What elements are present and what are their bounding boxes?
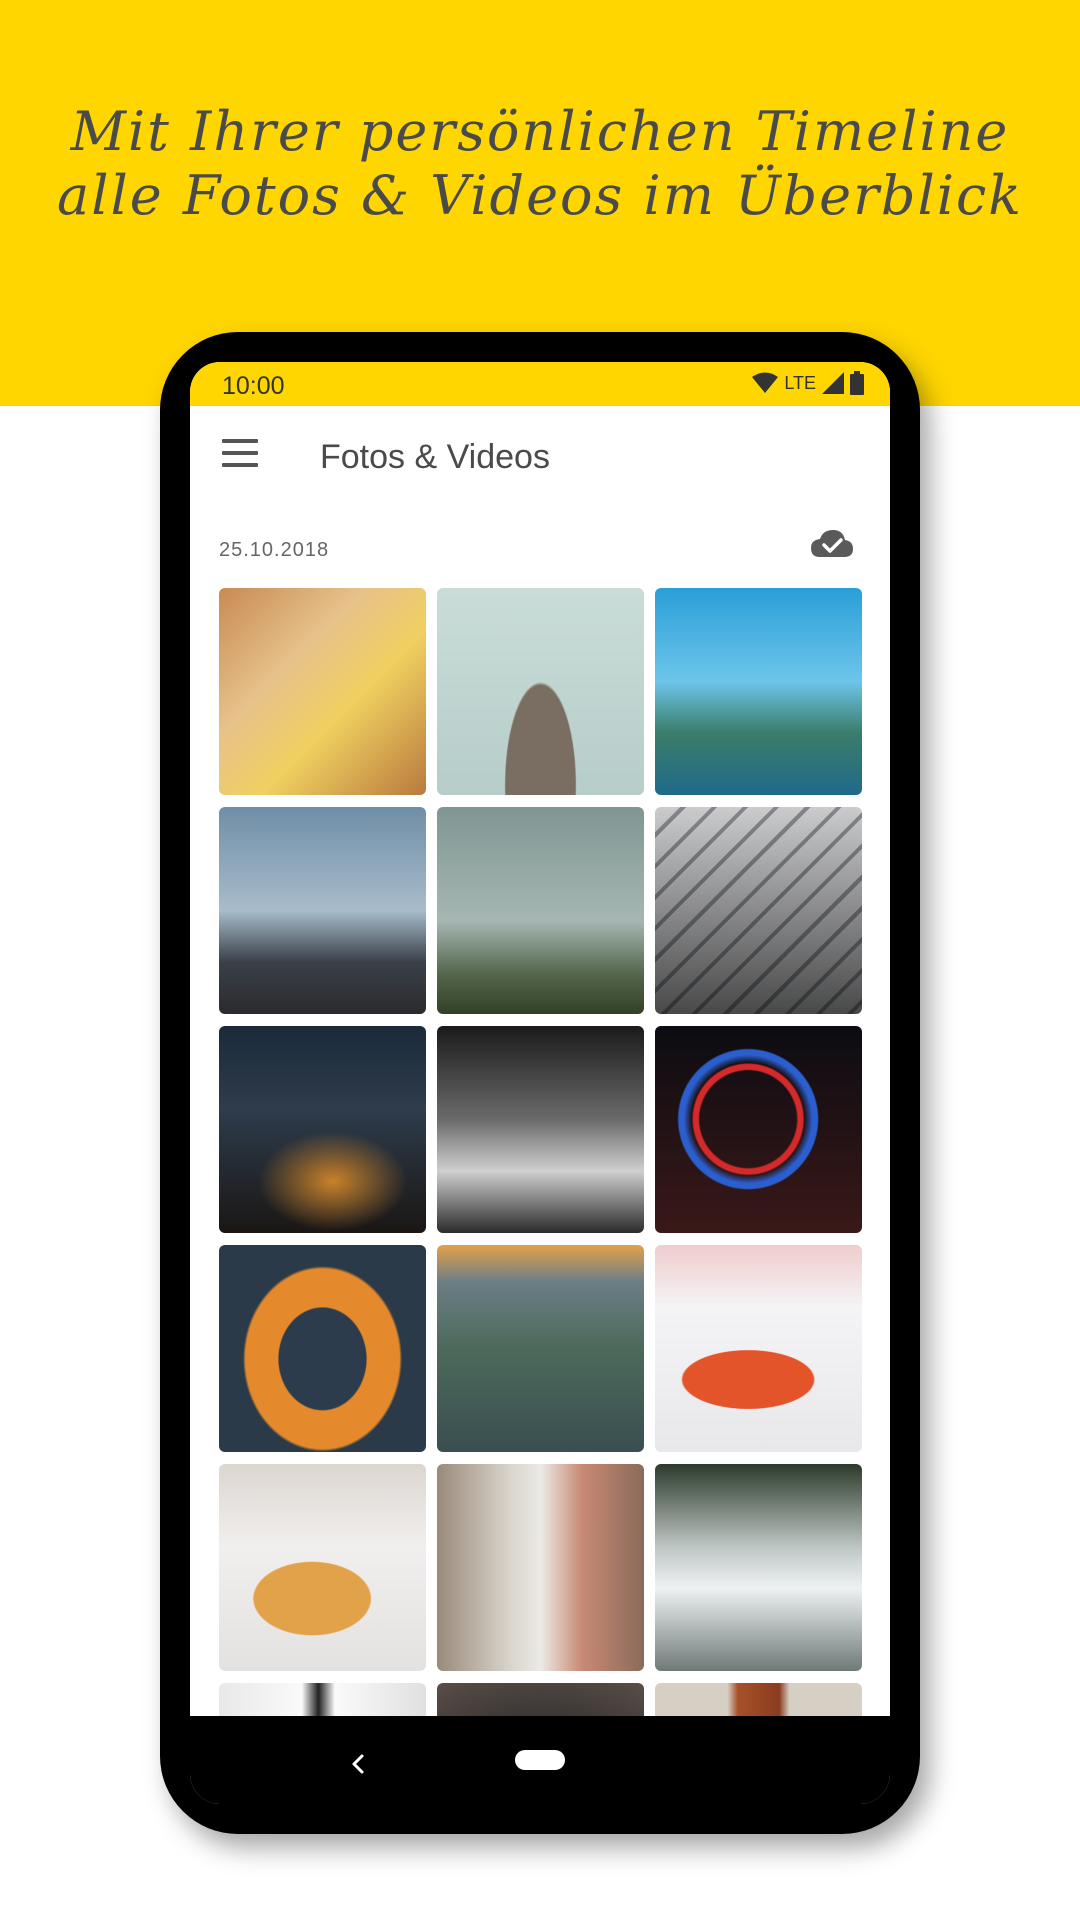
- photo-beer-mug[interactable]: [219, 588, 426, 795]
- photo-ferris-wheel[interactable]: [655, 1026, 862, 1233]
- date-section-header: 25.10.2018: [190, 527, 890, 567]
- app-title: Fotos & Videos: [320, 438, 550, 476]
- photo-river-surfer[interactable]: [655, 1464, 862, 1671]
- network-type: LTE: [784, 372, 816, 393]
- headline-line-2: alle Fotos & Videos im Überblick: [57, 164, 1023, 227]
- home-pill-icon[interactable]: [515, 1750, 565, 1770]
- photo-town-hall-tower[interactable]: [437, 588, 644, 795]
- status-icons: LTE: [752, 371, 864, 395]
- promo-headline: Mit Ihrer persönlichen Timeline alle Fot…: [0, 100, 1080, 228]
- photo-orange-subway-station[interactable]: [219, 1245, 426, 1452]
- back-icon[interactable]: [338, 1744, 378, 1784]
- wifi-icon: [752, 372, 779, 393]
- photo-orange-classic-car[interactable]: [655, 1245, 862, 1452]
- photo-city-night-aerial[interactable]: [219, 1026, 426, 1233]
- photo-tram-street-bw[interactable]: [437, 1026, 644, 1233]
- status-bar: 10:00 LTE: [190, 362, 890, 406]
- photo-stadium-aerial-sunset[interactable]: [437, 1245, 644, 1452]
- navigation-bar: [190, 1716, 890, 1804]
- app-bar: Fotos & Videos: [190, 406, 890, 510]
- battery-icon: [850, 371, 864, 395]
- cloud-check-icon[interactable]: [810, 527, 854, 561]
- photo-olympic-tower[interactable]: [655, 588, 862, 795]
- phone-screen: 10:00 LTE Fotos & Videos 25.10.2018: [190, 362, 890, 1804]
- photo-stadium-facade[interactable]: [655, 807, 862, 1014]
- status-time: 10:00: [222, 372, 285, 400]
- photo-pedestrian-street[interactable]: [437, 1464, 644, 1671]
- menu-icon[interactable]: [222, 439, 258, 469]
- section-date: 25.10.2018: [219, 539, 330, 561]
- photo-grid: [219, 588, 864, 1804]
- photo-isetta-car[interactable]: [219, 1464, 426, 1671]
- photo-man-on-bridge[interactable]: [219, 807, 426, 1014]
- headline-line-1: Mit Ihrer persönlichen Timeline: [70, 100, 1010, 163]
- signal-icon: [822, 372, 844, 394]
- photo-foggy-skyline[interactable]: [437, 807, 644, 1014]
